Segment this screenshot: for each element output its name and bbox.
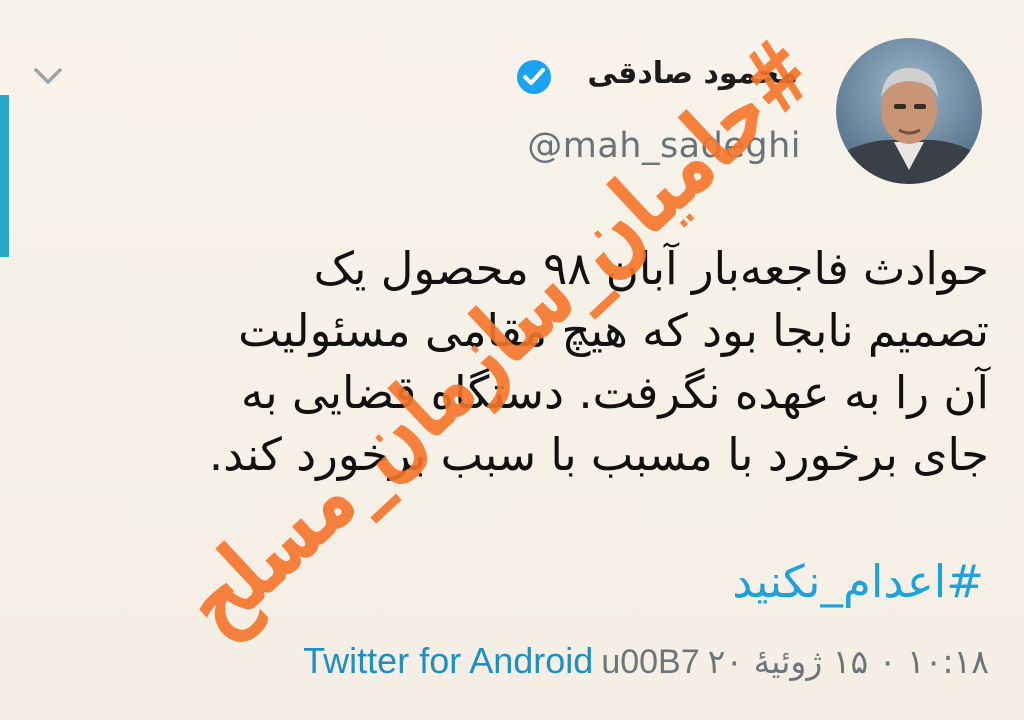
timestamp[interactable]: ۱۰:۱۸ ۰ ۱۵ ژوئیهٔ ۲۰ — [708, 642, 989, 681]
left-accent-bar — [0, 95, 9, 257]
hashtag-link[interactable]: #اعدام_نکنید — [732, 555, 984, 608]
tweet-text-line: تصمیم نابجا بود که هیچ مقامی مسئولیت — [238, 304, 989, 357]
meta-separator: u00B7 — [601, 643, 700, 681]
verified-badge-icon — [517, 60, 551, 94]
tweet-screenshot: محمود صادقی @mah_sadeghi حوادث فاجعه‌بار… — [0, 0, 1024, 720]
tweet-text-line: حوادث فاجعه‌بار آبان ۹۸ محصول یک — [313, 242, 989, 295]
tweet-text: حوادث فاجعه‌بار آبان ۹۸ محصول یک تصمیم ن… — [29, 238, 989, 486]
tweet-text-line: جای برخورد با مسبب با سبب برخورد کند. — [208, 428, 989, 481]
tweet-meta: Twitter for Android u00B7 ۱۰:۱۸ ۰ ۱۵ ژوئ… — [303, 640, 989, 682]
user-handle[interactable]: @mah_sadeghi — [527, 126, 801, 166]
chevron-down-icon[interactable] — [28, 60, 68, 92]
source-link[interactable]: Twitter for Android — [303, 640, 593, 682]
display-name[interactable]: محمود صادقی — [587, 56, 798, 91]
tweet-text-line: آن را به عهده نگرفت. دستگاه قضایی به — [241, 366, 989, 419]
avatar[interactable] — [836, 38, 982, 184]
